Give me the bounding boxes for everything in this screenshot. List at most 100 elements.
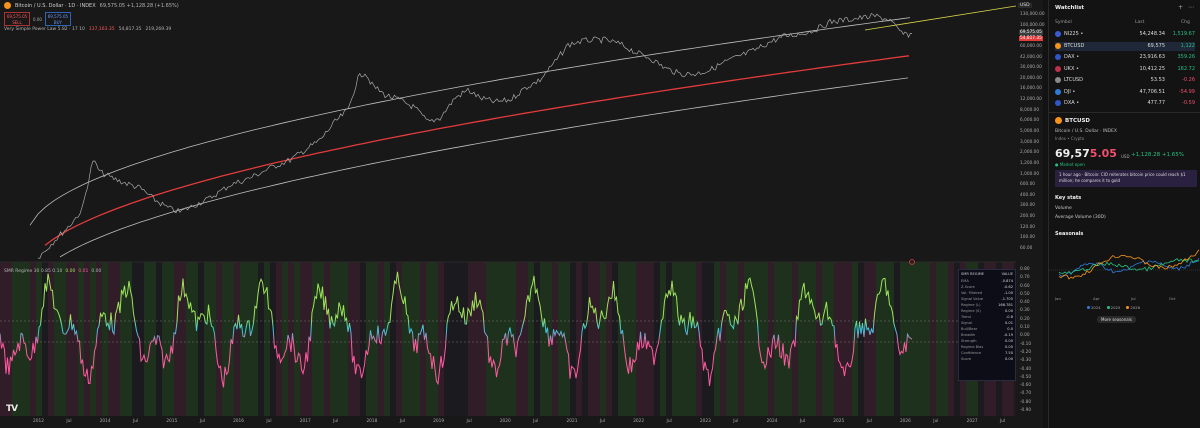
more-options-icon[interactable]: ⋯ <box>1188 4 1194 11</box>
price-axis[interactable]: USD 130,000.00100,000.0080,000.0060,000.… <box>1016 0 1045 428</box>
seasonals-chart <box>1049 249 1200 280</box>
regime-stripe <box>492 262 498 416</box>
regime-stripe <box>72 262 78 416</box>
details-type: Index • Crypto <box>1055 136 1085 141</box>
oscillator-axis-label: 0.40 <box>1020 300 1030 306</box>
watchlist-toolbar: + ⋯ <box>1178 4 1194 11</box>
regime-stripe <box>588 262 594 416</box>
details-symbol[interactable]: BTCUSD <box>1055 117 1090 124</box>
price-axis-label: 300.00 <box>1020 203 1036 209</box>
regime-table: SMR REGIME VALUE EMA -0.874 Z-Score -0.62 Vol… <box>958 269 1016 381</box>
seasonals-legend-item: 2024 <box>1087 305 1101 310</box>
regime-table-row: Regime (S) 0.00 <box>961 309 1013 313</box>
regime-stripe <box>624 262 630 416</box>
watchlist-change: 1,519.67 <box>1172 31 1195 37</box>
seasonals-legend: 2024 2025 2026 <box>1087 305 1140 310</box>
time-axis-label: 2018 <box>366 419 378 424</box>
time-axis-label: Jul <box>533 419 539 424</box>
regime-stripe <box>54 262 60 416</box>
buy-button[interactable]: 69,575.05 BUY <box>44 12 71 26</box>
regime-stripe <box>162 262 168 416</box>
regime-stripe <box>786 262 792 416</box>
seasonals-series <box>1058 249 1200 280</box>
regime-stripe <box>678 262 684 416</box>
regime-stripe <box>384 262 390 416</box>
oscillator-axis-label: 0.00 <box>1020 333 1030 339</box>
details-price: 69,575.05 <box>1055 147 1117 160</box>
oscillator-axis-label: -0.60 <box>1020 383 1032 389</box>
tradingview-logo-icon[interactable]: TV <box>6 404 18 414</box>
main-chart[interactable]: Bitcoin / U.S. Dollar · 1D · INDEX 69,57… <box>0 0 1045 428</box>
regime-stripe <box>192 262 198 416</box>
more-seasonals-button[interactable]: More seasonals <box>1097 316 1136 323</box>
regime-stripe <box>522 262 528 416</box>
symbol-logo-icon <box>1055 65 1061 72</box>
watchlist-row[interactable]: LTCUSD 53.53 -0.26 <box>1055 76 1195 85</box>
currency-selector[interactable]: USD <box>1018 3 1032 8</box>
seasonals-x-label: Oct <box>1169 296 1176 301</box>
price-tag: 69,575.05 <box>1019 30 1043 35</box>
regime-stripe <box>750 262 756 416</box>
time-axis-label: Jul <box>866 419 872 424</box>
regime-stripe <box>570 262 576 416</box>
seasonals-x-label: Jan <box>1055 296 1061 301</box>
time-axis-label: 2015 <box>166 419 178 424</box>
power-law-legend[interactable]: Very Simple Power Law 5.82 · 17 10 137,1… <box>4 27 171 32</box>
watchlist-row[interactable]: NI225 • 54,248.34 1,519.67 <box>1055 30 1195 39</box>
oscillator-legend[interactable]: SMR Regime 30 0.85 0.10 0.00 0.01 0.00 <box>4 269 101 274</box>
details-name: Bitcoin / U.S. Dollar · INDEX <box>1055 129 1117 134</box>
regime-stripe <box>696 262 702 416</box>
regime-stripe <box>858 262 864 416</box>
regime-stripe <box>114 262 120 416</box>
col-symbol[interactable]: Symbol <box>1055 20 1072 25</box>
watchlist-row[interactable]: UKX • 10,412.25 162.72 <box>1055 65 1195 74</box>
time-axis-label: Jul <box>799 419 806 424</box>
regime-stripe <box>120 262 126 416</box>
time-axis-label: 2027 <box>966 419 978 424</box>
news-headline[interactable]: 1 hour ago · Bitcoin: CIO reiterates bit… <box>1055 170 1197 187</box>
regime-stripe <box>144 262 150 416</box>
regime-stripe <box>780 262 786 416</box>
time-axis-label: 2022 <box>633 419 645 424</box>
watchlist-change: -54.99 <box>1178 88 1195 95</box>
seasonals-title[interactable]: Seasonals <box>1055 231 1083 237</box>
watchlist-row[interactable]: DAX • 23,916.63 359.26 <box>1055 53 1195 62</box>
add-symbol-icon[interactable]: + <box>1178 4 1183 11</box>
watchlist-last: 69,575 <box>1147 42 1166 49</box>
regime-stripe <box>432 262 438 416</box>
time-axis-label: 2019 <box>433 419 445 424</box>
col-chg[interactable]: Chg <box>1181 20 1190 25</box>
regime-stripe <box>204 262 210 416</box>
price-axis-label: 16,000.00 <box>1020 86 1042 92</box>
key-stats-title[interactable]: Key stats <box>1055 195 1081 201</box>
time-axis[interactable]: 2012 Jul 2014 Jul 2015 Jul 2016 Jul 2017 Jul 2018 J… <box>0 416 1016 428</box>
regime-stripe <box>90 262 96 416</box>
time-axis-label: 2016 <box>233 419 244 424</box>
watchlist-row[interactable]: DJI • 47,706.51 -54.99 <box>1055 88 1195 97</box>
price-axis-label: 12,000.00 <box>1020 97 1042 103</box>
time-axis-label: Jul <box>133 419 139 424</box>
oscillator-value-1: 0.00 <box>65 269 76 274</box>
time-axis-label: Jul <box>266 419 272 424</box>
regime-stripe <box>270 262 276 416</box>
col-last[interactable]: Last <box>1135 20 1144 25</box>
watchlist-symbol: DAX • <box>1064 54 1080 60</box>
details-currency: USD <box>1121 154 1130 159</box>
oscillator-axis-label: -0.30 <box>1020 358 1032 364</box>
watchlist-symbol: DXA • <box>1064 100 1080 106</box>
watchlist-change: 359.26 <box>1177 54 1196 60</box>
watchlist-row[interactable]: DXA • 477.77 -0.59 <box>1055 99 1195 108</box>
symbol-title[interactable]: Bitcoin / U.S. Dollar · 1D · INDEX <box>15 3 96 9</box>
watchlist-row[interactable]: BTCUSD 69,575 1,122 <box>1055 41 1195 51</box>
watchlist-title[interactable]: Watchlist <box>1055 5 1084 11</box>
symbol-logo-icon <box>1055 77 1061 83</box>
oscillator-axis-label: -0.90 <box>1020 408 1032 413</box>
oscillator-axis-label: 0.60 <box>1020 283 1030 289</box>
oscillator-axis-label: 0.10 <box>1020 325 1030 331</box>
seasonals-series <box>1058 258 1200 275</box>
regime-stripe <box>174 262 180 416</box>
regime-stripe <box>222 262 228 416</box>
price-axis-label: 600.00 <box>1020 182 1036 188</box>
price-chart-canvas[interactable] <box>0 0 1016 416</box>
sell-button[interactable]: 69,575.05 SELL <box>4 12 30 26</box>
